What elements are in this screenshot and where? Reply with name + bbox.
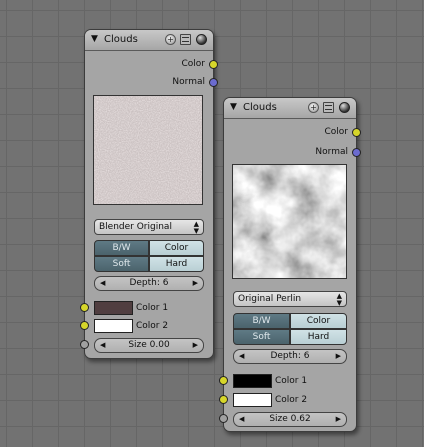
output-normal-socket[interactable] xyxy=(209,78,218,87)
soft-hard-toggle: Soft Hard xyxy=(233,329,347,345)
hard-button[interactable]: Hard xyxy=(149,256,204,272)
output-color-socket[interactable] xyxy=(352,128,361,137)
output-color-label: Color xyxy=(181,59,206,69)
output-color-label: Color xyxy=(324,127,349,137)
depth-value: Depth: 6 xyxy=(270,351,310,361)
output-normal-label: Normal xyxy=(315,147,348,157)
updown-arrows-icon: ▲ ▼ xyxy=(336,292,342,307)
output-normal-label: Normal xyxy=(172,77,205,87)
input-color2-socket[interactable] xyxy=(219,395,228,404)
bw-button[interactable]: B/W xyxy=(233,313,290,329)
noise-basis-dropdown[interactable]: Blender Original ▲ ▼ xyxy=(94,219,204,235)
depth-field[interactable]: ◀ Depth: 6 ▶ xyxy=(94,276,204,291)
color-button[interactable]: Color xyxy=(290,313,347,329)
clouds-node-1[interactable]: ▼ Clouds + Color Normal Blender Original… xyxy=(80,29,218,359)
node-header[interactable]: ▼ Clouds + xyxy=(85,30,213,51)
color1-swatch[interactable] xyxy=(233,374,272,388)
hard-button[interactable]: Hard xyxy=(290,329,347,345)
input-color2-socket[interactable] xyxy=(80,321,89,330)
soft-button[interactable]: Soft xyxy=(94,256,149,272)
soft-hard-toggle: Soft Hard xyxy=(94,256,204,272)
color2-label: Color 2 xyxy=(136,321,169,331)
bw-button[interactable]: B/W xyxy=(94,240,149,256)
color1-swatch[interactable] xyxy=(94,301,133,315)
list-icon[interactable] xyxy=(180,34,191,45)
decrement-arrow-icon[interactable]: ◀ xyxy=(100,339,105,352)
updown-arrows-icon: ▲ ▼ xyxy=(193,220,199,235)
list-icon[interactable] xyxy=(323,102,334,113)
input-color1-socket[interactable] xyxy=(219,376,228,385)
noise-basis-dropdown[interactable]: Original Perlin ▲ ▼ xyxy=(233,291,347,307)
bw-color-toggle: B/W Color xyxy=(233,313,347,329)
output-normal-socket[interactable] xyxy=(352,148,361,157)
color2-label: Color 2 xyxy=(275,395,308,405)
input-size-socket[interactable] xyxy=(80,340,89,349)
color1-label: Color 1 xyxy=(275,376,308,386)
increment-arrow-icon[interactable]: ▶ xyxy=(193,277,198,290)
texture-preview xyxy=(93,95,203,205)
noise-basis-value: Original Perlin xyxy=(238,294,302,304)
size-value: Size 0.62 xyxy=(269,414,311,424)
size-field[interactable]: ◀ Size 0.00 ▶ xyxy=(94,338,204,353)
plus-icon[interactable]: + xyxy=(165,34,176,45)
color2-swatch[interactable] xyxy=(233,393,272,407)
sphere-icon[interactable] xyxy=(196,34,207,45)
size-value: Size 0.00 xyxy=(128,340,170,350)
node-header[interactable]: ▼ Clouds + xyxy=(224,98,356,119)
sphere-icon[interactable] xyxy=(339,102,350,113)
depth-value: Depth: 6 xyxy=(129,278,169,288)
decrement-arrow-icon[interactable]: ◀ xyxy=(239,350,244,363)
clouds-node-2[interactable]: ▼ Clouds + Color Normal Original Perlin … xyxy=(219,97,361,432)
increment-arrow-icon[interactable]: ▶ xyxy=(336,413,341,426)
increment-arrow-icon[interactable]: ▶ xyxy=(193,339,198,352)
decrement-arrow-icon[interactable]: ◀ xyxy=(239,413,244,426)
texture-preview xyxy=(232,164,347,279)
bw-color-toggle: B/W Color xyxy=(94,240,204,256)
increment-arrow-icon[interactable]: ▶ xyxy=(336,350,341,363)
size-field[interactable]: ◀ Size 0.62 ▶ xyxy=(233,412,347,427)
input-size-socket[interactable] xyxy=(219,414,228,423)
collapse-triangle-icon[interactable]: ▼ xyxy=(230,102,237,112)
color2-swatch[interactable] xyxy=(94,319,133,333)
noise-basis-value: Blender Original xyxy=(99,222,172,232)
collapse-triangle-icon[interactable]: ▼ xyxy=(91,34,98,44)
node-title: Clouds xyxy=(243,102,277,113)
input-color1-socket[interactable] xyxy=(80,303,89,312)
color1-label: Color 1 xyxy=(136,303,169,313)
depth-field[interactable]: ◀ Depth: 6 ▶ xyxy=(233,349,347,364)
color-button[interactable]: Color xyxy=(149,240,204,256)
plus-icon[interactable]: + xyxy=(308,102,319,113)
node-title: Clouds xyxy=(104,34,138,45)
soft-button[interactable]: Soft xyxy=(233,329,290,345)
output-color-socket[interactable] xyxy=(209,60,218,69)
decrement-arrow-icon[interactable]: ◀ xyxy=(100,277,105,290)
